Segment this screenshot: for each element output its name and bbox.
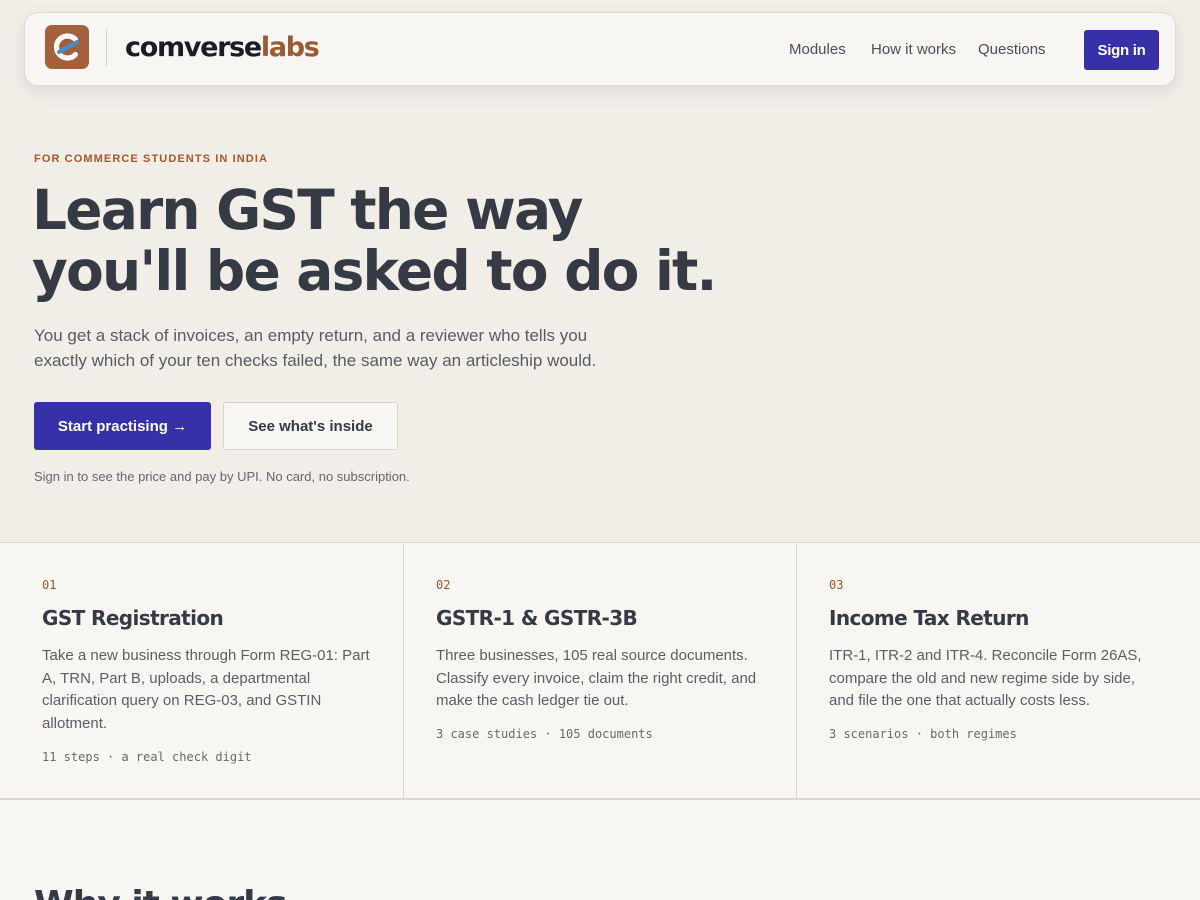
module-description-line: ITR-1, ITR-2 and ITR-4. Reconcile Form 2… bbox=[829, 647, 1142, 664]
see-whats-inside-button[interactable]: See what's inside bbox=[223, 402, 398, 450]
nav-link-how-it-works[interactable]: How it works bbox=[871, 41, 956, 59]
module-description: ITR-1, ITR-2 and ITR-4. Reconcile Form 2… bbox=[829, 645, 1142, 713]
hero-headline-line: you'll be asked to do it. bbox=[32, 239, 717, 303]
module-description-line: Classify every invoice, claim the right … bbox=[436, 669, 757, 687]
module-title: GST Registration bbox=[42, 606, 224, 630]
module-title: Income Tax Return bbox=[829, 606, 1029, 630]
module-description-line: compare the old and new regime side by s… bbox=[829, 669, 1136, 687]
module-description-line: make the cash ledger tie out. bbox=[436, 692, 629, 709]
module-meta: 11 steps · a real check digit bbox=[42, 750, 252, 764]
module-description-line: allotment. bbox=[42, 714, 108, 732]
module-description-line: Take a new business through Form REG-01:… bbox=[42, 647, 370, 664]
module-description: Three businesses, 105 real source docume… bbox=[436, 645, 756, 713]
module-number: 03 bbox=[829, 578, 844, 592]
nav-link-questions[interactable]: Questions bbox=[978, 41, 1046, 59]
brand-wordmark-part1: comverse bbox=[125, 32, 262, 63]
site-header: comverselabs Modules How it works Questi… bbox=[24, 12, 1176, 86]
module-number: 02 bbox=[436, 578, 451, 592]
hero-lede-line: exactly which of your ten checks failed,… bbox=[34, 351, 597, 370]
comverse-logo-icon[interactable] bbox=[45, 25, 89, 69]
hero-lede-line: You get a stack of invoices, an empty re… bbox=[34, 326, 588, 345]
module-meta: 3 scenarios · both regimes bbox=[829, 727, 1017, 741]
module-meta: 3 case studies · 105 documents bbox=[436, 727, 653, 741]
module-description-line: Three businesses, 105 real source docume… bbox=[436, 647, 748, 664]
module-card-income-tax-return[interactable]: 03 Income Tax Return ITR-1, ITR-2 and IT… bbox=[797, 543, 1200, 799]
hero-headline: Learn GST the way you'll be asked to do … bbox=[32, 180, 792, 302]
hero-eyebrow: FOR COMMERCE STUDENTS IN INDIA bbox=[34, 153, 269, 165]
brand-wordmark-part2: labs bbox=[260, 32, 320, 63]
module-title: GSTR-1 & GSTR-3B bbox=[436, 606, 638, 630]
why-section: Why it works bbox=[0, 800, 1200, 900]
hero-lede: You get a stack of invoices, an empty re… bbox=[34, 323, 634, 373]
module-number: 01 bbox=[42, 578, 57, 592]
nav-link-modules[interactable]: Modules bbox=[789, 41, 846, 59]
sign-in-button[interactable]: Sign in bbox=[1084, 30, 1159, 70]
logo-divider bbox=[106, 29, 107, 66]
hero-headline-line: Learn GST the way bbox=[32, 178, 584, 242]
module-description-line: clarification query on REG-03, and GSTIN bbox=[42, 692, 322, 709]
module-description-line: A, TRN, Part B, uploads, a departmental bbox=[42, 669, 311, 687]
why-heading: Why it works bbox=[34, 884, 288, 900]
pricing-note: Sign in to see the price and pay by UPI.… bbox=[34, 469, 410, 484]
module-card-gstr[interactable]: 02 GSTR-1 & GSTR-3B Three businesses, 10… bbox=[404, 543, 797, 799]
module-card-gst-registration[interactable]: 01 GST Registration Take a new business … bbox=[0, 543, 404, 799]
start-practising-button[interactable]: Start practising → bbox=[34, 402, 211, 450]
module-description-line: and file the one that actually costs les… bbox=[829, 692, 1090, 709]
module-description: Take a new business through Form REG-01:… bbox=[42, 645, 370, 735]
modules-strip: 01 GST Registration Take a new business … bbox=[0, 542, 1200, 800]
brand-wordmark[interactable]: comverselabs bbox=[125, 31, 320, 65]
